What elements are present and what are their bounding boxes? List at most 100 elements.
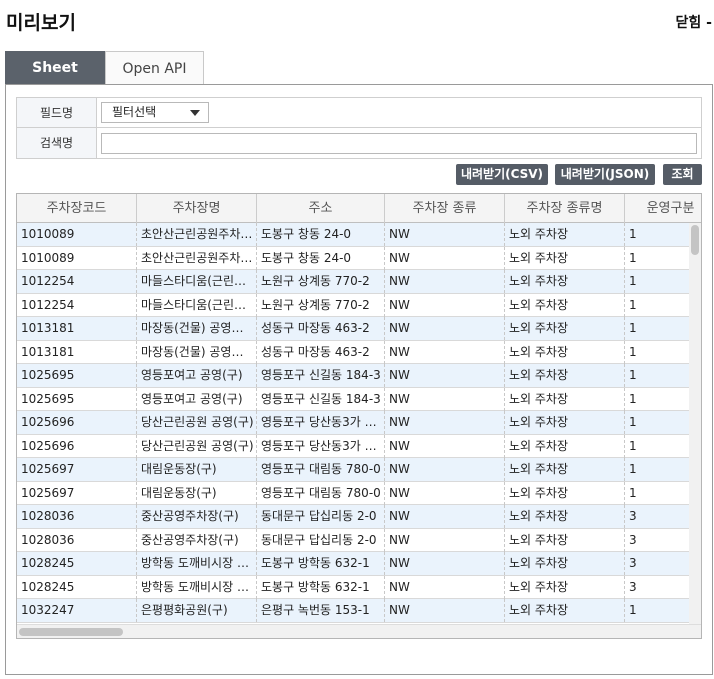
download-json-button[interactable]: 내려받기(JSON) [555,164,655,185]
table-cell: 1 [625,435,689,458]
table-cell: 1 [625,341,689,364]
table-cell: 대림운동장(구) [137,458,257,481]
table-row[interactable]: 1010089초안산근린공원주차장(구)도봉구 창동 24-0NW노외 주차장1 [17,223,689,247]
field-select[interactable]: 필터선택 [101,102,209,123]
table-cell: NW [385,293,505,317]
table-row[interactable]: 1013181마장동(건물) 공영주차장(구)성동구 마장동 463-2NW노외… [17,317,689,341]
table-cell: 1028245 [17,552,137,575]
close-button[interactable]: 닫힘 - [676,12,712,32]
column-header[interactable]: 운영구분 [625,194,701,223]
table-cell: 1013181 [17,340,137,364]
table-row[interactable]: 1025695 영등포여고 공영(구) 영등포구 신길동 184-3 NW 노외 주차장… [17,364,689,388]
column-header[interactable]: 주소 [257,194,385,223]
table-cell: 노외 주차장 [505,340,625,364]
filter-row-field: 필드명 필터선택 [17,98,701,128]
table-cell: 1025695 [17,364,137,387]
table-cell: 성동구 마장동 463-2 [257,317,385,340]
column-header[interactable]: 주차장 종류 [385,194,505,223]
table-cell: 노외 주차장 [505,599,625,622]
data-grid: 주차장코드 주차장명 주소 주차장 종류 주차장 종류명 운영구분 101008… [16,193,702,639]
table-cell: 도봉구 방학동 632-1 [257,575,385,599]
table-cell: 방학동 도깨비시장 공영(구) [137,575,257,599]
table-row[interactable]: 1025696당산근린공원 공영(구)영등포구 당산동3가 385-0NW노외 … [17,434,689,458]
table-cell: 마장동(건물) 공영주차장(구) [137,340,257,364]
tab-sheet[interactable]: Sheet [5,51,105,85]
search-button[interactable]: 조회 [663,164,702,185]
table-cell: 중산공영주차장(구) [137,528,257,552]
table-row[interactable]: 1032247 은평평화공원(구) 은평구 녹번동 153-1 NW 노외 주차장 1 [17,599,689,623]
table-cell: 3 [625,529,689,552]
table-cell: 도봉구 창동 24-0 [257,223,385,246]
table-row[interactable]: 1025697 대림운동장(구) 영등포구 대림동 780-0 NW 노외 주차장 1 [17,458,689,482]
table-row[interactable]: 1013181마장동(건물) 공영주차장(구)성동구 마장동 463-2NW노외… [17,340,689,364]
table-cell: 노외 주차장 [505,223,625,246]
table-row[interactable]: 1025695 영등포여고 공영(구) 영등포구 신길동 184-3 NW 노외 주차장… [17,387,689,411]
table-cell: NW [385,364,505,387]
table-cell: 노원구 상계동 770-2 [257,293,385,317]
tab-open-api[interactable]: Open API [105,51,204,85]
table-cell: 1013181 [17,317,137,340]
table-cell: 1012254 [17,270,137,293]
table-cell: 노원구 상계동 770-2 [257,270,385,293]
grid-header: 주차장코드 주차장명 주소 주차장 종류 주차장 종류명 운영구분 [17,194,701,223]
table-cell: 1025697 [17,458,137,481]
table-cell: NW [385,340,505,364]
table-cell: NW [385,270,505,293]
table-cell: 1 [625,223,689,246]
table-cell: NW [385,552,505,575]
horizontal-scroll-thumb[interactable] [19,628,123,636]
field-label: 필드명 [17,98,97,127]
page-title: 미리보기 [6,12,76,34]
table-cell: NW [385,481,505,505]
table-cell: NW [385,317,505,340]
search-label: 검색명 [17,128,97,158]
vertical-scroll-thumb[interactable] [691,225,699,255]
table-row[interactable]: 1028036 중산공영주차장(구) 동대문구 답십리동 2-0 NW 노외 주차장 3 [17,528,689,552]
table-cell: 1010089 [17,223,137,246]
table-cell: NW [385,458,505,481]
table-cell: 영등포구 신길동 184-3 [257,364,385,387]
table-cell: 1025696 [17,411,137,434]
table-cell: 노외 주차장 [505,528,625,552]
column-header[interactable]: 주차장명 [137,194,257,223]
table-cell: 도봉구 창동 24-0 [257,246,385,270]
table-cell: NW [385,575,505,599]
table-cell: 1028245 [17,575,137,599]
column-header[interactable]: 주차장 종류명 [505,194,625,223]
table-cell: 중산공영주차장(구) [137,505,257,528]
vertical-scrollbar[interactable] [689,223,701,624]
table-row[interactable]: 1012254마들스타디움(근린공원)(구)노원구 상계동 770-2NW노외 … [17,293,689,317]
table-cell: 영등포구 대림동 780-0 [257,481,385,505]
table-cell: 1 [625,294,689,317]
table-cell: 노외 주차장 [505,458,625,481]
download-csv-button[interactable]: 내려받기(CSV) [456,164,548,185]
table-cell: 영등포구 신길동 184-3 [257,387,385,411]
table-row[interactable]: 1028036 중산공영주차장(구) 동대문구 답십리동 2-0 NW 노외 주차장 3 [17,505,689,529]
table-cell: 1032247 [17,599,137,622]
table-row[interactable]: 1012254마들스타디움(근린공원)(구)노원구 상계동 770-2NW노외 … [17,270,689,294]
search-input[interactable] [101,133,697,154]
table-row[interactable]: 1025696당산근린공원 공영(구)영등포구 당산동3가 385-0NW노외 … [17,411,689,435]
table-cell: 당산근린공원 공영(구) [137,411,257,434]
table-cell: 1025697 [17,481,137,505]
table-cell: 대림운동장(구) [137,481,257,505]
table-cell: 초안산근린공원주차장(구) [137,246,257,270]
table-row[interactable]: 1028245방학동 도깨비시장 공영(구)도봉구 방학동 632-1NW노외 … [17,575,689,599]
table-cell: NW [385,599,505,622]
column-header[interactable]: 주차장코드 [17,194,137,223]
table-cell: 동대문구 답십리동 2-0 [257,528,385,552]
table-cell: 노외 주차장 [505,387,625,411]
table-cell: 3 [625,505,689,528]
table-row[interactable]: 1010089초안산근린공원주차장(구)도봉구 창동 24-0NW노외 주차장1 [17,246,689,270]
table-row[interactable]: 1028245방학동 도깨비시장 공영(구)도봉구 방학동 632-1NW노외 … [17,552,689,576]
table-cell: 노외 주차장 [505,270,625,293]
table-cell: 1025695 [17,387,137,411]
table-cell: 마장동(건물) 공영주차장(구) [137,317,257,340]
table-row[interactable]: 1025697 대림운동장(구) 영등포구 대림동 780-0 NW 노외 주차장 1 [17,481,689,505]
table-cell: 1 [625,458,689,481]
table-cell: 노외 주차장 [505,246,625,270]
table-cell: 1 [625,482,689,505]
table-cell: 1 [625,270,689,293]
table-cell: 노외 주차장 [505,317,625,340]
horizontal-scrollbar[interactable] [17,624,701,638]
